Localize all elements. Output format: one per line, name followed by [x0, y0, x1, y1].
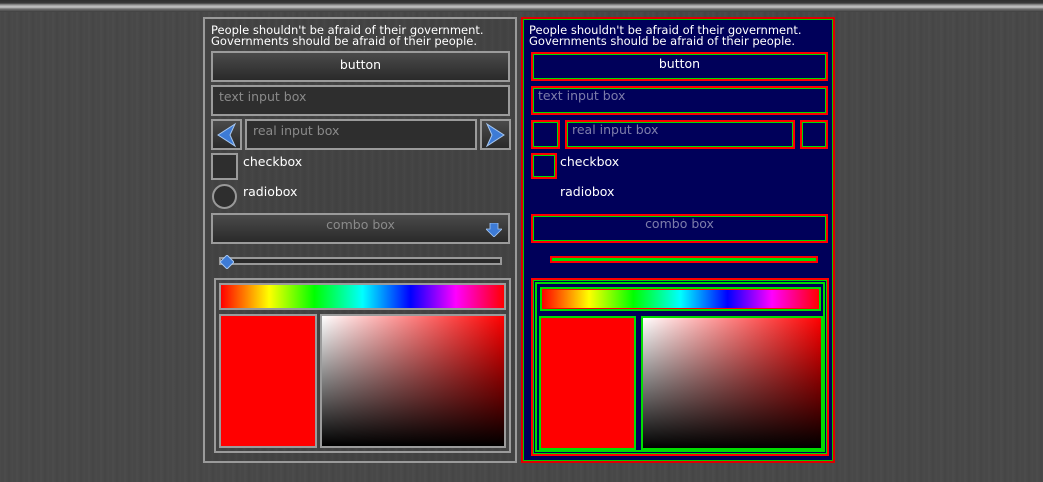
combo-box[interactable]: combo box — [211, 213, 510, 244]
dropdown-arrow-icon — [486, 223, 502, 237]
checkbox[interactable] — [211, 153, 238, 180]
real-input-box[interactable]: real input box — [565, 120, 795, 149]
decrement-button[interactable] — [531, 120, 560, 149]
hue-bar[interactable] — [540, 287, 821, 311]
arrow-left-icon — [217, 122, 237, 148]
color-swatch — [219, 314, 317, 448]
color-picker — [214, 278, 511, 453]
checkbox-label: checkbox — [243, 154, 303, 169]
button-label: button — [658, 56, 701, 71]
button-label: button — [339, 57, 382, 72]
button[interactable]: button — [531, 52, 828, 81]
quote-text: People shouldn't be afraid of their gove… — [211, 24, 484, 48]
color-picker — [531, 278, 829, 456]
saturation-value-field[interactable] — [320, 314, 506, 448]
hue-bar[interactable] — [219, 283, 506, 310]
combo-placeholder: combo box — [645, 216, 714, 231]
quote-line-2: Governments should be afraid of their pe… — [211, 34, 477, 48]
text-input-placeholder: text input box — [538, 88, 626, 103]
increment-button[interactable] — [800, 120, 828, 149]
color-swatch — [539, 316, 636, 450]
slider-thumb[interactable] — [219, 254, 235, 270]
real-input-placeholder: real input box — [572, 122, 659, 137]
saturation-value-field[interactable] — [641, 316, 823, 450]
slider-thumb-icon — [219, 254, 235, 270]
real-input-placeholder: real input box — [253, 123, 340, 138]
debug-widget-panel: People shouldn't be afraid of their gove… — [521, 17, 835, 463]
radiobox[interactable] — [212, 184, 237, 209]
checkbox[interactable] — [531, 153, 557, 179]
quote-text: People shouldn't be afraid of their gove… — [529, 24, 802, 48]
combo-box[interactable]: combo box — [531, 214, 828, 243]
radiobox-label: radiobox — [243, 184, 298, 199]
real-input-box[interactable]: real input box — [245, 119, 477, 150]
decrement-button[interactable] — [211, 119, 242, 150]
top-bar — [0, 0, 1043, 12]
quote-line-2: Governments should be afraid of their pe… — [529, 34, 795, 48]
text-input-box[interactable]: text input box — [211, 85, 510, 116]
increment-button[interactable] — [480, 119, 511, 150]
slider[interactable] — [550, 256, 818, 263]
slider-track[interactable] — [219, 257, 502, 265]
combo-placeholder: combo box — [326, 217, 395, 232]
text-input-placeholder: text input box — [219, 89, 307, 104]
text-input-box[interactable]: text input box — [531, 86, 828, 115]
button[interactable]: button — [211, 51, 510, 82]
arrow-right-icon — [485, 122, 505, 148]
radiobox-label: radiobox — [560, 184, 615, 199]
checkbox-label: checkbox — [560, 154, 620, 169]
skinned-widget-panel: People shouldn't be afraid of their gove… — [203, 17, 517, 463]
color-picker-inner — [535, 282, 825, 452]
